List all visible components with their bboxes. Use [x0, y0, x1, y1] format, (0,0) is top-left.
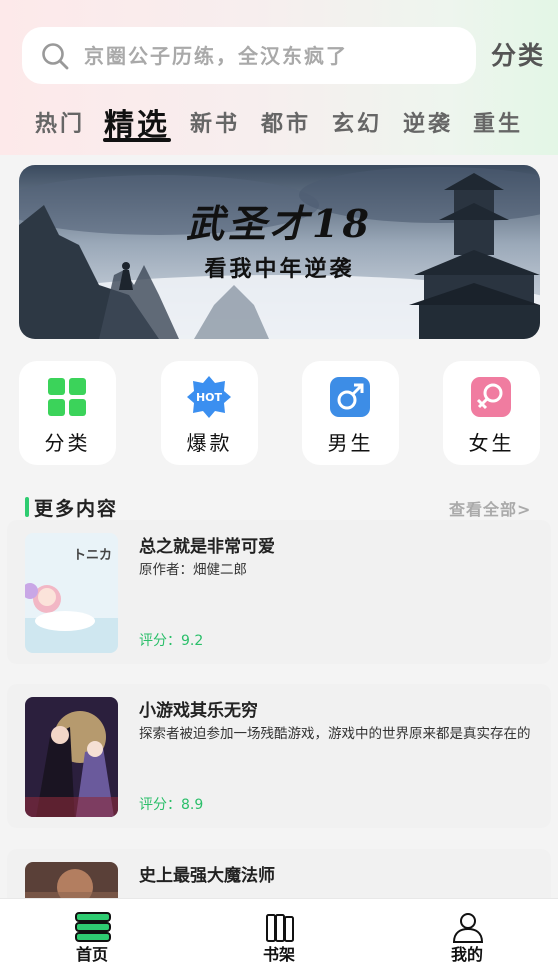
quick-link-label: 男生: [327, 431, 374, 455]
tab-fantasy[interactable]: 玄幻: [332, 106, 382, 138]
bottom-navigation: 首页 书架 我的: [0, 898, 558, 970]
book-cover: [25, 697, 118, 817]
svg-text:トニカ: トニカ: [73, 548, 112, 563]
banner-title: 武圣才18: [186, 201, 373, 246]
section-accent-bar: [25, 497, 29, 517]
book-description: 探索者被迫参加一场残酷游戏，游戏中的世界原来都是真实存在的: [139, 726, 531, 742]
hot-badge-icon: HOT: [187, 376, 231, 418]
quick-link-male[interactable]: 男生: [302, 361, 399, 465]
nav-profile[interactable]: 我的: [417, 899, 517, 970]
view-all-link[interactable]: 查看全部>: [449, 496, 531, 520]
nav-label: 书架: [262, 945, 295, 964]
home-books-icon: [75, 912, 111, 942]
bookshelf-icon: [266, 914, 294, 942]
banner-subtitle: 看我中年逆袭: [204, 257, 355, 282]
category-link[interactable]: 分类: [491, 36, 545, 72]
tab-urban[interactable]: 都市: [261, 106, 311, 138]
quick-link-category[interactable]: 分类: [19, 361, 116, 465]
section-title: 更多内容: [34, 498, 119, 520]
nav-label: 首页: [75, 945, 108, 964]
channel-tabs: 热门 精选 新书 都市 玄幻 逆袭 重生: [0, 100, 558, 144]
male-icon: [330, 377, 370, 417]
quick-link-label: 爆款: [186, 431, 233, 455]
search-icon[interactable]: [40, 41, 70, 71]
book-title: 史上最强大魔法师: [139, 866, 275, 886]
tab-hot[interactable]: 热门: [35, 106, 85, 138]
book-card[interactable]: トニカ 总之就是非常可爱 原作者：畑健二郎 评分：9.2: [7, 520, 551, 664]
grid-icon: [48, 378, 86, 416]
nav-home[interactable]: 首页: [42, 899, 142, 970]
book-rating: 评分：9.2: [139, 633, 204, 649]
quick-link-female[interactable]: 女生: [443, 361, 540, 465]
tab-rebirth[interactable]: 重生: [473, 106, 523, 138]
hot-badge-text: HOT: [196, 391, 223, 404]
quick-link-label: 分类: [44, 431, 91, 455]
search-box[interactable]: [22, 27, 476, 84]
tab-comeback[interactable]: 逆袭: [403, 106, 453, 138]
tab-new-books[interactable]: 新书: [190, 106, 240, 138]
book-description: 原作者：畑健二郎: [139, 562, 247, 578]
active-tab-indicator: [103, 138, 171, 142]
book-title: 小游戏其乐无穷: [139, 701, 258, 721]
book-title: 总之就是非常可爱: [139, 537, 275, 557]
quick-link-label: 女生: [468, 431, 515, 455]
nav-bookshelf[interactable]: 书架: [229, 899, 329, 970]
quick-link-hot[interactable]: HOT 爆款: [161, 361, 258, 465]
female-icon: [471, 377, 511, 417]
user-icon: [452, 913, 484, 943]
book-card[interactable]: 小游戏其乐无穷 探索者被迫参加一场残酷游戏，游戏中的世界原来都是真实存在的 评分…: [7, 684, 551, 828]
promo-banner[interactable]: 武圣才18 看我中年逆袭: [19, 165, 540, 339]
nav-label: 我的: [450, 945, 483, 964]
book-rating: 评分：8.9: [139, 797, 204, 813]
book-cover: トニカ: [25, 533, 118, 653]
search-input[interactable]: [84, 39, 464, 73]
